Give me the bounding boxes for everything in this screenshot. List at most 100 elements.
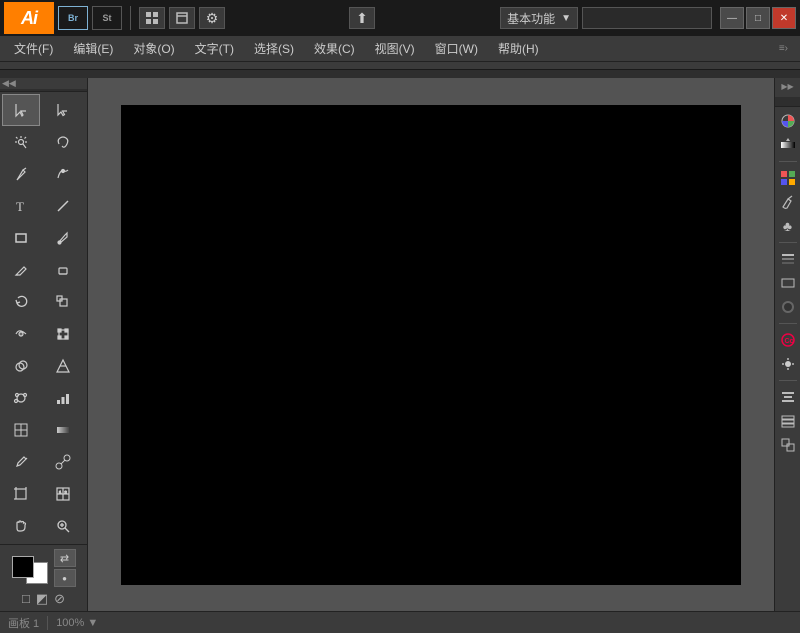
gradient-panel-btn[interactable] (778, 135, 798, 155)
stroke-panel-btn[interactable] (778, 249, 798, 269)
mesh-tool-btn[interactable] (2, 414, 40, 446)
paintbrush-tool-btn[interactable] (44, 222, 82, 254)
align-panel-btn[interactable] (778, 387, 798, 407)
workspace-selector[interactable]: 基本功能 ▼ (500, 7, 578, 29)
menu-object[interactable]: 对象(O) (123, 36, 184, 62)
tools-more-btn[interactable]: ⬆ (349, 7, 375, 29)
artboards-panel-btn[interactable] (778, 435, 798, 455)
eyedropper-tool-btn[interactable] (2, 446, 40, 478)
eraser-tool-btn[interactable] (44, 254, 82, 286)
pen-tool-btn[interactable] (2, 158, 40, 190)
brushes-panel-btn[interactable] (778, 192, 798, 212)
menu-edit[interactable]: 编辑(E) (63, 36, 123, 62)
default-colors-btn[interactable]: ● (54, 569, 76, 587)
swap-colors-btn[interactable]: ⇄ (54, 549, 76, 567)
right-panel-collapse[interactable]: ▶▶ (781, 82, 793, 91)
warp-tool-btn[interactable] (2, 318, 40, 350)
hand-tool-btn[interactable] (2, 510, 40, 542)
menu-view[interactable]: 视图(V) (365, 36, 425, 62)
status-sep (47, 616, 48, 630)
tools-panel: ◀◀ (0, 78, 88, 611)
none-fill-icon[interactable]: ⊘ (54, 591, 65, 607)
fill-icon[interactable]: □ (22, 591, 30, 607)
toolbar-strip (0, 62, 800, 70)
svg-text:T: T (16, 199, 24, 214)
appearance-panel-btn[interactable] (778, 273, 798, 293)
application-frame-btn[interactable] (169, 7, 195, 29)
panel-collapse-btn[interactable]: ◀◀ (0, 78, 87, 89)
gradient-tool-btn[interactable] (44, 414, 82, 446)
right-divider-4 (779, 380, 797, 381)
workspace-arrow: ▼ (561, 13, 571, 24)
type-tool-btn[interactable]: T (2, 190, 40, 222)
magic-wand-tool-btn[interactable] (2, 126, 40, 158)
rectangle-tool-btn[interactable] (2, 222, 40, 254)
ai-logo: Ai (4, 2, 54, 34)
select-tool-btn[interactable] (2, 94, 40, 126)
arrange-windows-btn[interactable] (139, 7, 165, 29)
free-transform-btn[interactable] (44, 318, 82, 350)
minimize-button[interactable]: — (720, 7, 744, 29)
status-zoom[interactable]: 100% ▼ (56, 617, 98, 629)
pencil-tool-btn[interactable] (2, 254, 40, 286)
color-boxes[interactable] (12, 556, 48, 584)
close-button[interactable]: ✕ (772, 7, 796, 29)
line-tool-btn[interactable] (44, 190, 82, 222)
right-panel: ▶▶ ♣ Cc (774, 78, 800, 611)
tools-bottom: ⇄ ● □ ◩ ⊘ (0, 544, 87, 611)
menu-select[interactable]: 选择(S) (244, 36, 304, 62)
canvas-area[interactable] (88, 78, 774, 611)
status-artboard: 画板 1 (8, 615, 39, 631)
svg-text:Cc: Cc (784, 338, 793, 345)
stock-icon[interactable]: St (92, 6, 122, 30)
fill-stroke-icons: □ ◩ ⊘ (22, 591, 65, 607)
title-bar: Ai Br St ⚙ ⬆ 基本功能 ▼ — □ ✕ (0, 0, 800, 36)
canvas-document (121, 105, 741, 585)
scale-tool-btn[interactable] (44, 286, 82, 318)
rotate-tool-btn[interactable] (2, 286, 40, 318)
separator (130, 6, 131, 30)
foreground-color-box[interactable] (12, 556, 34, 578)
lasso-tool-btn[interactable] (44, 126, 82, 158)
search-input[interactable] (582, 7, 712, 29)
main-layout: ◀◀ (0, 78, 800, 611)
gradient-fill-icon[interactable]: ◩ (36, 591, 48, 607)
artboard-tool-btn[interactable] (2, 478, 40, 510)
window-controls: — □ ✕ (720, 7, 796, 29)
right-divider-2 (779, 242, 797, 243)
menu-help[interactable]: 帮助(H) (488, 36, 549, 62)
menu-effect[interactable]: 效果(C) (304, 36, 365, 62)
direct-select-tool-btn[interactable] (44, 94, 82, 126)
panel-options-icon[interactable]: ≡› (779, 43, 796, 54)
zoom-tool-btn[interactable] (44, 510, 82, 542)
menu-file[interactable]: 文件(F) (4, 36, 63, 62)
tab-area (0, 70, 800, 78)
right-divider-3 (779, 323, 797, 324)
blend-tool-btn[interactable] (44, 446, 82, 478)
title-bar-spacer: ⚙ ⬆ (199, 7, 496, 29)
collapse-arrows: ◀◀ (2, 78, 16, 89)
swatches-panel-btn[interactable] (778, 168, 798, 188)
tools-grid: T (0, 92, 87, 544)
curvature-tool-btn[interactable] (44, 158, 82, 190)
status-bar: 画板 1 100% ▼ (0, 611, 800, 633)
color-panel-btn[interactable] (778, 111, 798, 131)
cc-libraries-btn[interactable]: Cc (778, 330, 798, 350)
transparency-panel-btn[interactable] (778, 297, 798, 317)
right-divider-1 (779, 161, 797, 162)
menu-window[interactable]: 窗口(W) (425, 36, 488, 62)
maximize-button[interactable]: □ (746, 7, 770, 29)
shape-builder-tool-btn[interactable] (2, 350, 40, 382)
menu-type[interactable]: 文字(T) (185, 36, 244, 62)
graph-tool-btn[interactable] (44, 382, 82, 414)
layers-panel-btn[interactable] (778, 411, 798, 431)
symbols-panel-btn[interactable]: ♣ (778, 216, 798, 236)
right-ruler (775, 97, 800, 107)
bridge-icon[interactable]: Br (58, 6, 88, 30)
perspective-tool-btn[interactable] (44, 350, 82, 382)
puppet-warp-btn[interactable]: ⚙ (199, 7, 225, 29)
effects-panel-btn[interactable] (778, 354, 798, 374)
symbol-tool-btn[interactable] (2, 382, 40, 414)
slice-tool-btn[interactable]: 12 (44, 478, 82, 510)
menu-bar: 文件(F) 编辑(E) 对象(O) 文字(T) 选择(S) 效果(C) 视图(V… (0, 36, 800, 62)
